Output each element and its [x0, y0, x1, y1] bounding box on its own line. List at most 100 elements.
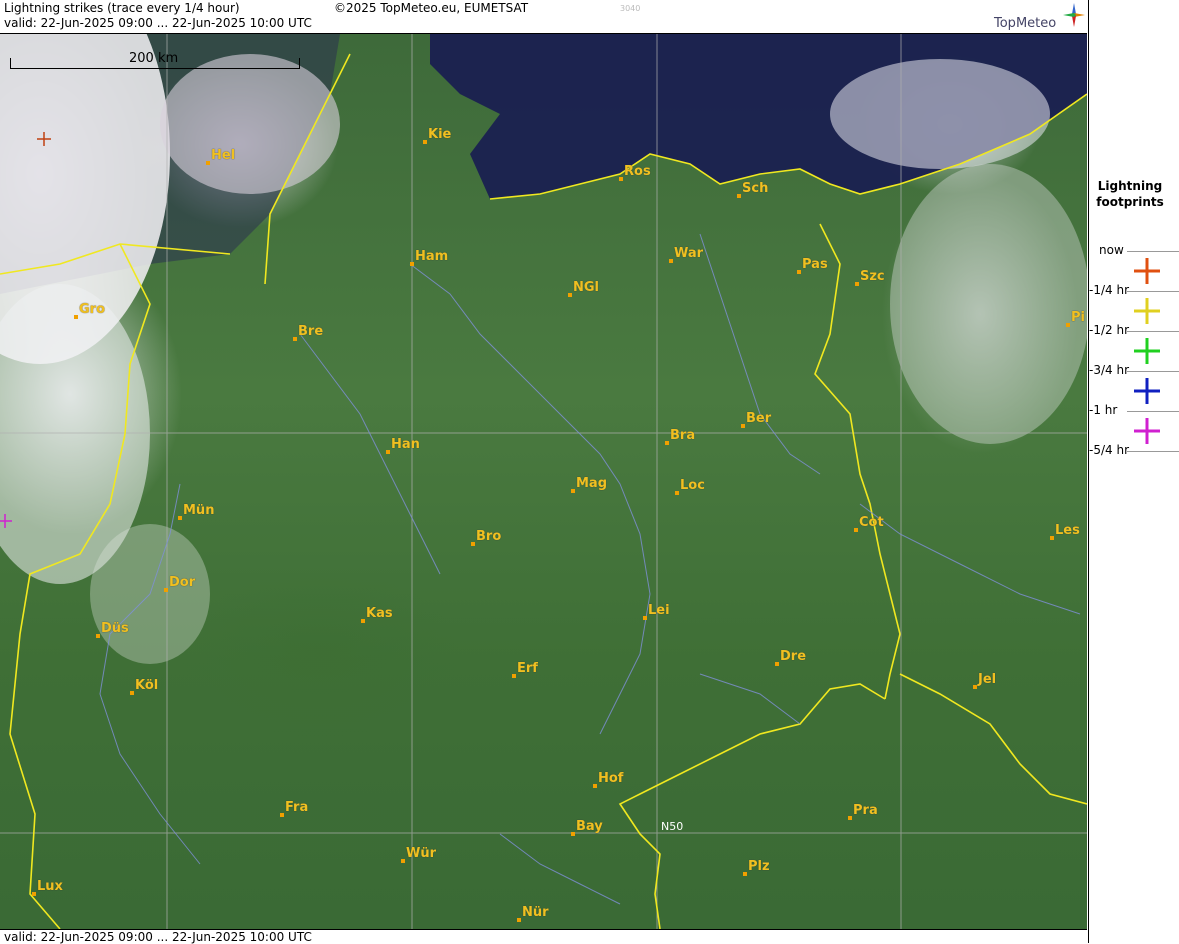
city-label: Lei: [648, 603, 670, 618]
map-code: 3040: [620, 4, 641, 13]
legend-cross-icon: [1134, 258, 1160, 284]
map-header: Lightning strikes (trace every 1/4 hour)…: [0, 0, 1087, 34]
legend-divider: [1127, 331, 1179, 332]
city-label: Fra: [285, 800, 309, 815]
city-label: Bre: [298, 324, 324, 339]
city-label: Plz: [748, 859, 770, 874]
city-label: Bro: [476, 529, 502, 544]
city-marker: [74, 315, 78, 319]
legend-divider: [1127, 411, 1179, 412]
latitude-label: N50: [661, 820, 684, 833]
city-label: Kas: [366, 606, 393, 621]
city-label: Cot: [859, 515, 884, 530]
map-title: Lightning strikes (trace every 1/4 hour): [4, 1, 240, 15]
legend-title-line1: Lightning: [1097, 179, 1163, 193]
city-marker: [206, 161, 210, 165]
lightning-strike: [37, 132, 51, 146]
valid-time: valid: 22-Jun-2025 09:00 ... 22-Jun-2025…: [4, 16, 312, 30]
city-marker: [665, 441, 669, 445]
city-marker: [741, 424, 745, 428]
legend-title-line2: footprints: [1096, 195, 1164, 209]
topmeteo-logo: TopMeteo: [994, 16, 1057, 31]
city-label: Düs: [101, 621, 129, 636]
city-label: Pas: [802, 257, 828, 272]
city-label: Bra: [670, 428, 696, 443]
city-marker: [280, 813, 284, 817]
city-marker: [855, 282, 859, 286]
legend-title: Lightning footprints: [1089, 178, 1171, 210]
city-label: Köl: [135, 678, 159, 693]
legend-divider: [1127, 251, 1179, 252]
legend-label: -3/4 hr: [1089, 363, 1129, 377]
city-marker: [675, 491, 679, 495]
legend-label: -1/4 hr: [1089, 283, 1129, 297]
legend-cross-icon: [1134, 378, 1160, 404]
city-marker: [571, 489, 575, 493]
city-label: Pra: [853, 803, 878, 818]
legend-divider: [1127, 291, 1179, 292]
city-marker: [96, 634, 100, 638]
city-marker: [178, 516, 182, 520]
satellite-map: 200 km N50 Kie Hel Ros Sch Ham War Pas Szc NGl Gr…: [0, 34, 1087, 929]
city-marker: [471, 542, 475, 546]
city-label: War: [674, 246, 704, 261]
city-marker: [410, 262, 414, 266]
city-marker: [619, 177, 623, 181]
legend-divider: [1127, 451, 1179, 452]
city-marker: [848, 816, 852, 820]
city-label: Dor: [169, 575, 196, 590]
city-marker: [130, 691, 134, 695]
city-label: Mün: [183, 503, 215, 518]
city-label: Nür: [522, 905, 549, 920]
legend-label: now: [1099, 243, 1124, 257]
legend-label: -5/4 hr: [1089, 443, 1129, 457]
legend-divider: [1127, 371, 1179, 372]
city-marker: [643, 616, 647, 620]
legend-label: -1/2 hr: [1089, 323, 1129, 337]
legend-panel: Lightning footprints now -1/4 hr -1/2 hr -3…: [1088, 0, 1179, 943]
legend-cross-icon: [1134, 418, 1160, 444]
city-marker: [361, 619, 365, 623]
city-label: Wür: [406, 846, 437, 861]
city-marker: [164, 588, 168, 592]
city-label: Les: [1055, 523, 1080, 538]
city-marker: [593, 784, 597, 788]
city-label: Hel: [211, 148, 236, 163]
city-marker: [401, 859, 405, 863]
city-label: Pi: [1071, 310, 1085, 325]
topmeteo-compass-icon: [1063, 3, 1085, 27]
city-marker: [423, 140, 427, 144]
city-label: Ros: [624, 164, 651, 179]
city-label: Bay: [576, 819, 603, 834]
city-label: Ham: [415, 249, 449, 264]
city-marker: [568, 293, 572, 297]
city-label: Sch: [742, 181, 769, 196]
city-marker: [743, 872, 747, 876]
city-label: Kie: [428, 127, 452, 142]
city-marker: [1050, 536, 1054, 540]
city-marker: [517, 918, 521, 922]
scale-label: 200 km: [129, 51, 179, 66]
city-marker: [1066, 323, 1070, 327]
legend-cross-icon: [1134, 298, 1160, 324]
city-marker: [571, 832, 575, 836]
city-label: Jel: [978, 672, 997, 687]
lightning-strike: [0, 514, 12, 528]
copyright: ©2025 TopMeteo.eu, EUMETSAT: [334, 1, 529, 15]
city-label: Gro: [79, 302, 106, 317]
city-label: Lux: [37, 879, 63, 894]
city-marker: [973, 685, 977, 689]
map-overlay: [0, 34, 1087, 929]
city-label: NGl: [573, 280, 600, 295]
city-label: Hof: [598, 771, 624, 786]
city-label: Han: [391, 437, 420, 452]
city-label: Mag: [576, 476, 608, 491]
city-marker: [797, 270, 801, 274]
city-marker: [737, 194, 741, 198]
city-label: Ber: [746, 411, 772, 426]
city-label: Erf: [517, 661, 538, 676]
city-marker: [854, 528, 858, 532]
city-marker: [669, 259, 673, 263]
city-label: Dre: [780, 649, 807, 664]
city-marker: [512, 674, 516, 678]
